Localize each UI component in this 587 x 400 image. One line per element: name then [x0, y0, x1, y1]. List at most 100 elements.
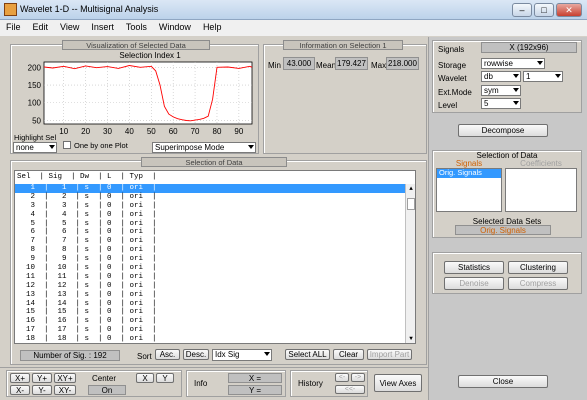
zoom-x-minus-button[interactable]: X- — [10, 385, 30, 395]
scroll-down-icon[interactable]: ▼ — [407, 335, 415, 343]
max-label: Max — [371, 61, 387, 70]
center-state: On — [88, 385, 126, 395]
close-window-icon[interactable]: ✕ — [556, 3, 582, 17]
max-value: 218.000 — [386, 57, 419, 70]
wavelet-family-select[interactable]: db — [481, 71, 521, 82]
number-of-signals: Number of Sig. : 192 — [20, 350, 120, 361]
table-row[interactable]: 7 | 7 | s | 0 | ori | — [15, 237, 415, 246]
visualization-panel-title: Visualization of Selected Data — [62, 40, 210, 50]
y-coordinate: Y = — [228, 385, 282, 395]
sort-by-value: Idx Sig — [215, 350, 240, 359]
title-bar: Wavelet 1-D -- Multisignal Analysis – □ … — [0, 0, 587, 20]
tab-coefficients[interactable]: Coefficients — [505, 159, 577, 168]
sort-desc-button[interactable]: Desc. — [183, 349, 209, 360]
storage-select[interactable]: rowwise — [481, 58, 545, 69]
highlight-select[interactable]: none — [13, 142, 57, 153]
statistics-button[interactable]: Statistics — [444, 261, 504, 274]
table-row[interactable]: 6 | 6 | s | 0 | ori | — [15, 228, 415, 237]
sort-asc-button[interactable]: Asc. — [155, 349, 180, 360]
history-label: History — [298, 379, 323, 388]
dropdown-arrow-icon — [555, 74, 561, 78]
wavelet-number-select[interactable]: 1 — [523, 71, 563, 82]
menu-file[interactable]: File — [0, 20, 27, 32]
zoom-xy-plus-button[interactable]: XY+ — [54, 373, 76, 383]
menu-tools[interactable]: Tools — [120, 20, 153, 32]
info-label: Info — [194, 379, 208, 388]
table-row[interactable]: 4 | 4 | s | 0 | ori | — [15, 211, 415, 220]
y-tick-label: 200 — [28, 63, 42, 72]
table-row[interactable]: 10 | 10 | s | 0 | ori | — [15, 264, 415, 273]
signals-list[interactable]: Orig. Signals — [436, 168, 502, 212]
mean-value: 179.427 — [335, 57, 368, 70]
menu-edit[interactable]: Edit — [27, 20, 55, 32]
maximize-icon[interactable]: □ — [534, 3, 554, 17]
clear-button[interactable]: Clear — [333, 349, 364, 360]
table-scrollbar[interactable]: ▲ ▼ — [405, 184, 415, 343]
zoom-y-minus-button[interactable]: Y- — [32, 385, 52, 395]
list-item[interactable]: Orig. Signals — [437, 168, 501, 178]
window-title: Wavelet 1-D -- Multisignal Analysis — [20, 4, 159, 14]
import-part-button: Import Part — [367, 349, 412, 360]
signals-label: Signals — [438, 45, 465, 54]
menu-window[interactable]: Window — [153, 20, 197, 32]
extmode-select[interactable]: sym — [481, 85, 521, 96]
sort-by-select[interactable]: Idx Sig — [212, 349, 272, 361]
close-button[interactable]: Close — [458, 375, 548, 388]
table-row[interactable]: 5 | 5 | s | 0 | ori | — [15, 220, 415, 229]
menu-bar: File Edit View Insert Tools Window Help — [0, 20, 587, 36]
decompose-button[interactable]: Decompose — [458, 124, 548, 137]
center-label: Center — [92, 374, 117, 383]
level-label: Level — [438, 101, 458, 110]
table-header: Sel | Sig | Dw | L | Typ | — [17, 173, 157, 181]
plot-mode-select[interactable]: Superimpose Mode — [152, 142, 256, 153]
table-row[interactable]: 8 | 8 | s | 0 | ori | — [15, 246, 415, 255]
select-all-button[interactable]: Select ALL — [285, 349, 330, 360]
wavelet-family-value: db — [484, 72, 493, 81]
x-tick-label: 10 — [59, 127, 68, 136]
minimize-icon[interactable]: – — [512, 3, 532, 17]
zoom-x-plus-button[interactable]: X+ — [10, 373, 30, 383]
level-value: 5 — [484, 99, 489, 108]
min-value: 43.000 — [283, 57, 315, 70]
table-row[interactable]: 3 | 3 | s | 0 | ori | — [15, 202, 415, 211]
plot-mode-value: Superimpose Mode — [155, 143, 225, 152]
coefficients-list[interactable] — [505, 168, 577, 212]
menu-view[interactable]: View — [54, 20, 85, 32]
data-table[interactable]: Sel | Sig | Dw | L | Typ | 1 | 1 | s | 0… — [14, 170, 416, 344]
table-row[interactable]: 2 | 2 | s | 0 | ori | — [15, 193, 415, 202]
extmode-label: Ext.Mode — [438, 88, 472, 97]
menu-help[interactable]: Help — [197, 20, 228, 32]
x-tick-label: 90 — [234, 127, 243, 136]
table-row[interactable]: 16 | 16 | s | 0 | ori | — [15, 317, 415, 326]
dropdown-arrow-icon — [264, 352, 270, 356]
center-y-button[interactable]: Y — [156, 373, 174, 383]
y-tick-label: 100 — [28, 99, 42, 108]
table-row[interactable]: 14 | 14 | s | 0 | ori | — [15, 300, 415, 309]
zoom-y-plus-button[interactable]: Y+ — [32, 373, 52, 383]
center-x-button[interactable]: X — [136, 373, 154, 383]
history-forward-button: -> — [351, 373, 365, 382]
menu-insert[interactable]: Insert — [85, 20, 120, 32]
tab-signals[interactable]: Signals — [436, 159, 502, 168]
table-row[interactable]: 11 | 11 | s | 0 | ori | — [15, 273, 415, 282]
scroll-up-icon[interactable]: ▲ — [407, 185, 415, 193]
table-row[interactable]: 18 | 18 | s | 0 | ori | — [15, 335, 415, 343]
table-row[interactable]: 9 | 9 | s | 0 | ori | — [15, 255, 415, 264]
dropdown-arrow-icon — [248, 145, 254, 149]
table-row[interactable]: 13 | 13 | s | 0 | ori | — [15, 291, 415, 300]
dropdown-arrow-icon — [513, 88, 519, 92]
one-by-one-checkbox[interactable] — [63, 141, 71, 149]
dropdown-arrow-icon — [49, 145, 55, 149]
table-row[interactable]: 17 | 17 | s | 0 | ori | — [15, 326, 415, 335]
level-select[interactable]: 5 — [481, 98, 521, 109]
table-row[interactable]: 12 | 12 | s | 0 | ori | — [15, 282, 415, 291]
matlab-icon — [4, 3, 17, 16]
table-row[interactable]: 1 | 1 | s | 0 | ori | — [15, 184, 415, 193]
view-axes-button[interactable]: View Axes — [374, 374, 422, 392]
zoom-xy-minus-button[interactable]: XY- — [54, 385, 76, 395]
clustering-button[interactable]: Clustering — [508, 261, 568, 274]
table-row[interactable]: 15 | 15 | s | 0 | ori | — [15, 308, 415, 317]
scroll-thumb[interactable] — [407, 198, 415, 210]
plot-title: Selection Index 1 — [119, 51, 181, 60]
y-tick-label: 50 — [32, 116, 41, 125]
